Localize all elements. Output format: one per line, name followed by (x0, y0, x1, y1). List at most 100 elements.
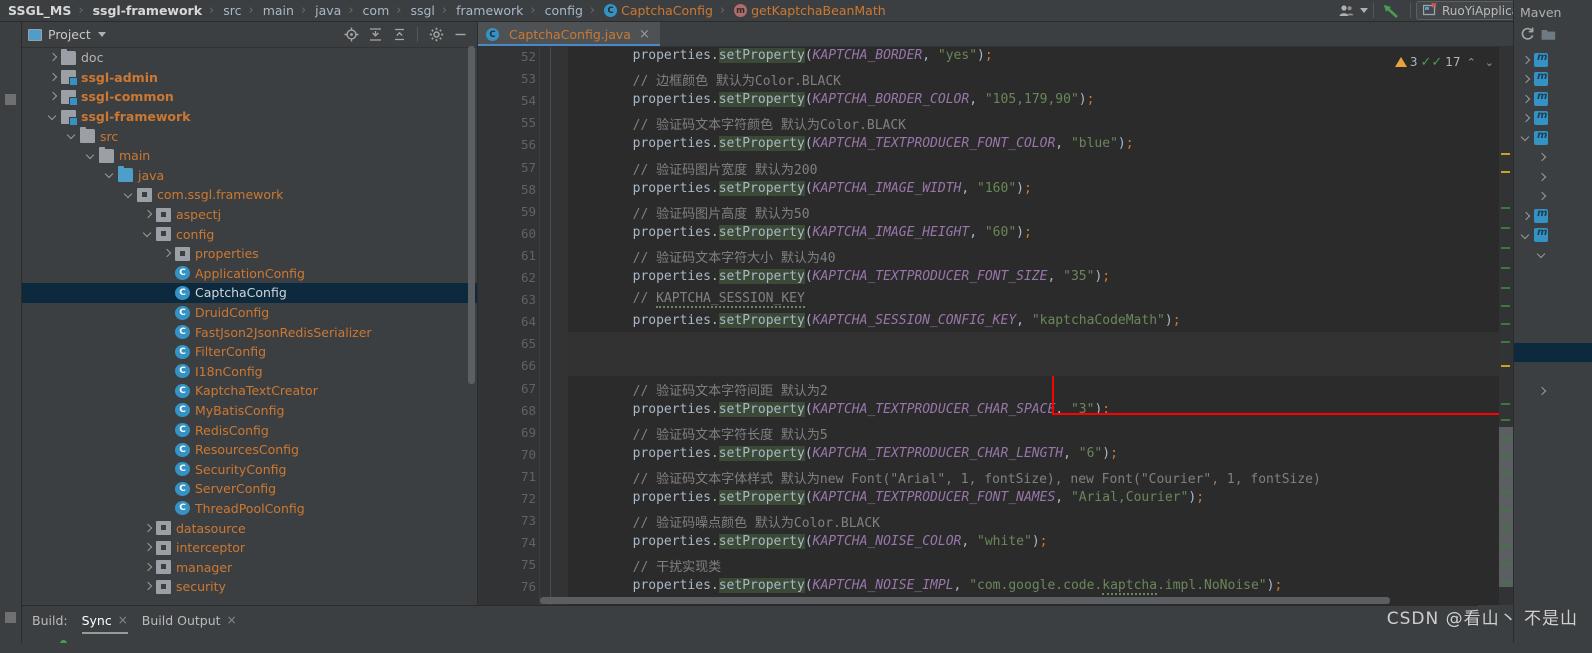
maven-tree-item[interactable] (1514, 187, 1592, 207)
maven-tree-item[interactable] (1514, 284, 1592, 304)
tree-item[interactable]: C FastJson2JsonRedisSerializer (22, 322, 477, 342)
maven-tree-item[interactable] (1514, 401, 1592, 421)
tree-item[interactable]: C MyBatisConfig (22, 401, 477, 421)
maven-tree-item[interactable] (1514, 226, 1592, 246)
tree-item[interactable]: datasource (22, 518, 477, 538)
chevron-right-icon[interactable] (1520, 210, 1531, 221)
maven-tree-item[interactable] (1514, 382, 1592, 402)
breadcrumb-item-getkaptchabeanmath[interactable]: m getKaptchaBeanMath (730, 3, 888, 18)
chevron-right-icon[interactable] (1536, 171, 1547, 182)
tree-item[interactable]: ssgl-common (22, 87, 477, 107)
close-icon[interactable]: × (639, 27, 650, 42)
error-stripe-mark[interactable] (1501, 563, 1510, 565)
build-tab-sync[interactable]: Sync × (81, 606, 129, 634)
tree-item[interactable]: C I18nConfig (22, 362, 477, 382)
code-editor[interactable]: 52 53 54 55 56 57 58 59 60 61 62 63 64 65 66 67 68 69 70 71… (478, 47, 1513, 605)
next-problem-icon[interactable]: ⌄ (1482, 56, 1497, 69)
tree-item[interactable]: manager (22, 557, 477, 577)
chevron-right-icon[interactable] (142, 209, 154, 221)
tree-item[interactable]: C ResourcesConfig (22, 440, 477, 460)
chevron-right-icon[interactable] (47, 71, 59, 83)
error-stripe-mark[interactable] (1501, 267, 1510, 269)
error-stripe-mark[interactable] (1501, 171, 1510, 173)
maven-tree-item[interactable] (1514, 109, 1592, 129)
maven-tree-item[interactable] (1514, 245, 1592, 265)
error-stripe-mark[interactable] (1501, 227, 1510, 229)
tree-item[interactable]: security (22, 577, 477, 597)
tree-item[interactable]: com.ssgl.framework (22, 185, 477, 205)
chevron-right-icon[interactable] (142, 522, 154, 534)
breadcrumb-item-config[interactable]: config (541, 3, 585, 18)
maven-tree[interactable] (1514, 50, 1592, 440)
locate-icon[interactable] (340, 24, 362, 46)
project-view-chevron-down-icon[interactable] (97, 32, 106, 37)
tree-item[interactable]: C SecurityConfig (22, 459, 477, 479)
breadcrumb-item-framework[interactable]: framework (452, 3, 525, 18)
chevron-down-icon[interactable] (1536, 249, 1547, 260)
tree-item[interactable]: C RedisConfig (22, 420, 477, 440)
error-stripe-mark[interactable] (1501, 323, 1510, 325)
close-icon[interactable]: × (118, 613, 128, 627)
error-stripe-mark[interactable] (1501, 491, 1510, 493)
breadcrumb-item-captchaconfig[interactable]: C CaptchaConfig (600, 3, 715, 18)
chevron-right-icon[interactable] (161, 248, 173, 260)
maven-tree-item[interactable] (1514, 362, 1592, 382)
chevron-down-icon[interactable] (142, 228, 154, 240)
tree-item[interactable]: C KaptchaTextCreator (22, 381, 477, 401)
error-stripe-mark[interactable] (1501, 403, 1510, 405)
tree-item[interactable]: ssgl-framework (22, 107, 477, 127)
error-stripe-mark[interactable] (1501, 509, 1510, 511)
breadcrumb-item-ssgl[interactable]: ssgl (406, 3, 436, 18)
breadcrumb-item-java[interactable]: java (311, 3, 343, 18)
breadcrumb-item-com[interactable]: com (359, 3, 392, 18)
error-stripe-mark[interactable] (1501, 581, 1510, 583)
chevron-down-icon[interactable] (123, 189, 135, 201)
back-arrow-icon[interactable] (1379, 0, 1405, 22)
chevron-right-icon[interactable] (1536, 152, 1547, 163)
chevron-down-icon[interactable] (1520, 132, 1531, 143)
chevron-right-icon[interactable] (47, 91, 59, 103)
maven-tree-item-selected[interactable] (1514, 342, 1592, 362)
project-tree-scrollbar[interactable] (468, 46, 475, 384)
tree-item[interactable]: C ServerConfig (22, 479, 477, 499)
error-stripe-mark[interactable] (1501, 419, 1510, 421)
tree-item[interactable]: C DruidConfig (22, 303, 477, 323)
chevron-right-icon[interactable] (142, 581, 154, 593)
chevron-down-icon[interactable] (104, 169, 116, 181)
project-tree[interactable]: doc ssgl-admin ssgl-common ssgl-framework sr… (22, 48, 477, 605)
maven-tree-item[interactable] (1514, 323, 1592, 343)
inspection-status-widget[interactable]: 3 ✓✓ 17 ⌃ ⌄ (1394, 52, 1497, 72)
error-stripe-mark[interactable] (1501, 305, 1510, 307)
chevron-down-icon[interactable] (66, 130, 78, 142)
tree-item[interactable]: aspectj (22, 205, 477, 225)
chevron-right-icon[interactable] (1520, 93, 1531, 104)
maven-tree-item[interactable] (1514, 70, 1592, 90)
tree-item[interactable]: java (22, 166, 477, 186)
editor-horizontal-scrollbar[interactable] (540, 597, 1390, 604)
error-stripe-mark[interactable] (1501, 153, 1510, 155)
chevron-right-icon[interactable] (47, 52, 59, 64)
maven-tree-item[interactable] (1514, 265, 1592, 285)
tree-item[interactable]: properties (22, 244, 477, 264)
hide-panel-icon[interactable] (449, 24, 471, 46)
chevron-right-icon[interactable] (1520, 113, 1531, 124)
maven-tree-item[interactable] (1514, 304, 1592, 324)
chevron-right-icon[interactable] (142, 561, 154, 573)
chevron-down-icon[interactable] (47, 111, 59, 123)
error-stripe-mark[interactable] (1501, 545, 1510, 547)
build-tab-build-output[interactable]: Build Output × (142, 606, 237, 634)
tree-item[interactable]: ssgl-admin (22, 68, 477, 88)
error-stripe-mark[interactable] (1501, 455, 1510, 457)
tree-item[interactable]: config (22, 224, 477, 244)
tree-item[interactable]: C ThreadPoolConfig (22, 499, 477, 519)
chevron-right-icon[interactable] (1520, 54, 1531, 65)
maven-tree-item[interactable] (1514, 167, 1592, 187)
expand-all-icon[interactable] (364, 24, 386, 46)
tree-item[interactable]: doc (22, 48, 477, 68)
chevron-right-icon[interactable] (1536, 191, 1547, 202)
error-stripe-mark[interactable] (1501, 341, 1510, 343)
error-stripe-mark[interactable] (1501, 527, 1510, 529)
error-stripe-mark[interactable] (1501, 473, 1510, 475)
settings-gear-icon[interactable] (425, 24, 447, 46)
tree-item[interactable]: src (22, 126, 477, 146)
